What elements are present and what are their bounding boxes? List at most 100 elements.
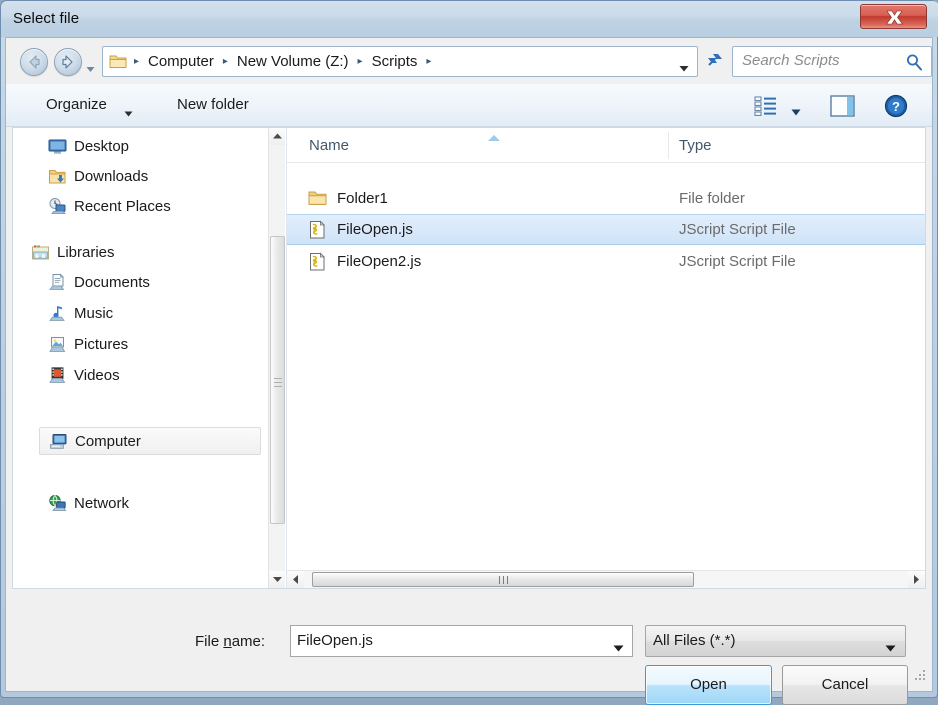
column-header-name[interactable]: Name — [309, 137, 349, 154]
help-button[interactable]: ? — [884, 94, 908, 123]
recent-pages-button[interactable] — [86, 60, 95, 72]
chevron-down-icon — [791, 109, 801, 116]
sidebar-item-label: Videos — [74, 367, 120, 384]
dialog-body: ▸ Computer ▸ New Volume (Z:) ▸ Scripts ▸ — [5, 37, 933, 705]
jscript-file-icon — [308, 220, 328, 240]
column-header-row: Name Type — [287, 128, 925, 163]
open-button-label: Open — [690, 676, 727, 693]
refresh-icon — [708, 54, 722, 66]
breadcrumb-separator[interactable]: ▸ — [130, 56, 143, 67]
open-button[interactable]: Open — [645, 665, 772, 705]
sidebar-item-label: Desktop — [74, 138, 130, 155]
breadcrumb: ▸ Computer ▸ New Volume (Z:) ▸ Scripts ▸ — [109, 47, 435, 76]
address-bar[interactable]: ▸ Computer ▸ New Volume (Z:) ▸ Scripts ▸ — [102, 46, 698, 77]
column-divider[interactable] — [668, 132, 669, 159]
window-title: Select file — [13, 10, 80, 27]
file-type: JScript Script File — [679, 253, 796, 270]
scroll-up-button[interactable] — [269, 128, 285, 145]
preview-pane-button[interactable] — [830, 94, 856, 123]
folder-icon — [308, 189, 328, 209]
close-button[interactable] — [860, 4, 927, 29]
computer-icon — [49, 432, 68, 451]
organize-button[interactable]: Organize — [42, 94, 111, 115]
scroll-down-arrow-icon — [273, 577, 282, 582]
title-bar: Select file — [1, 1, 938, 37]
refresh-button[interactable] — [704, 49, 728, 73]
search-icon[interactable] — [905, 53, 923, 76]
cancel-button-label: Cancel — [821, 676, 869, 693]
arrow-left-icon — [29, 55, 40, 69]
sidebar-item-music[interactable]: Music — [48, 301, 285, 326]
sidebar-item-network[interactable]: Network — [48, 491, 285, 516]
table-row[interactable]: FileOpen.js JScript Script File — [287, 214, 925, 245]
file-name-dropdown-button[interactable] — [613, 639, 624, 657]
file-name-label-post: ame: — [231, 633, 266, 650]
address-dropdown-button[interactable] — [679, 59, 689, 76]
chevron-down-icon — [613, 645, 624, 652]
recent-places-icon — [48, 197, 67, 216]
help-icon: ? — [884, 94, 908, 118]
navigation-pane-scrollbar[interactable] — [268, 128, 285, 588]
breadcrumb-item-scripts[interactable]: Scripts — [367, 52, 423, 71]
file-name: FileOpen.js — [337, 221, 413, 238]
new-folder-button[interactable]: New folder — [173, 94, 253, 115]
breadcrumb-item-new-volume[interactable]: New Volume (Z:) — [232, 52, 354, 71]
file-name-value: FileOpen.js — [297, 632, 373, 649]
search-input[interactable]: Search Scripts — [732, 46, 932, 77]
scroll-left-button[interactable] — [287, 571, 304, 588]
view-dropdown-arrow[interactable] — [791, 103, 801, 121]
sidebar-item-downloads[interactable]: Downloads — [48, 164, 285, 189]
select-file-dialog: Select file ▸ Computer ▸ New Volume (Z:)… — [0, 0, 938, 705]
folder-icon — [109, 55, 127, 68]
forward-button[interactable] — [54, 48, 82, 76]
libraries-icon — [31, 243, 50, 262]
view-list-icon[interactable] — [754, 95, 778, 122]
file-name-label: File name: — [195, 633, 265, 650]
music-icon — [48, 304, 67, 323]
content-area: Desktop Downloads Recent Places Librarie… — [12, 127, 926, 589]
search-placeholder: Search Scripts — [742, 52, 840, 69]
navigation-pane-scroll-thumb[interactable] — [270, 236, 285, 524]
file-type: File folder — [679, 190, 745, 207]
sidebar-item-documents[interactable]: Documents — [48, 270, 285, 295]
sidebar-item-computer[interactable]: Computer — [39, 427, 261, 455]
scroll-right-button[interactable] — [908, 571, 925, 588]
cancel-button[interactable]: Cancel — [782, 665, 908, 705]
file-list-horizontal-scrollbar[interactable] — [287, 570, 925, 588]
pictures-icon — [48, 335, 67, 354]
resize-grip-icon[interactable] — [914, 669, 927, 687]
table-row[interactable]: FileOpen2.js JScript Script File — [287, 246, 925, 277]
sidebar-item-label: Computer — [75, 432, 141, 450]
sidebar-item-libraries[interactable]: Libraries — [31, 240, 269, 265]
sidebar-item-desktop[interactable]: Desktop — [48, 134, 285, 159]
sidebar-item-label: Network — [74, 495, 130, 512]
chevron-down-icon — [124, 111, 133, 117]
navigation-pane: Desktop Downloads Recent Places Librarie… — [13, 128, 285, 588]
network-icon — [48, 494, 67, 513]
sidebar-item-videos[interactable]: Videos — [48, 363, 285, 388]
column-header-type[interactable]: Type — [679, 137, 712, 154]
organize-dropdown-arrow[interactable] — [124, 104, 133, 122]
breadcrumb-item-computer[interactable]: Computer — [143, 52, 219, 71]
scroll-left-arrow-icon — [293, 575, 298, 584]
file-list-scroll-thumb[interactable] — [312, 572, 694, 587]
breadcrumb-separator[interactable]: ▸ — [219, 56, 232, 67]
back-button[interactable] — [20, 48, 48, 76]
file-name-label-accel: n — [223, 633, 232, 650]
downloads-icon — [48, 167, 67, 186]
chevron-down-icon — [86, 67, 95, 72]
table-row[interactable]: Folder1 File folder — [287, 183, 925, 214]
file-name-label-pre: File — [195, 633, 224, 650]
arrow-right-icon — [62, 55, 73, 69]
desktop-icon — [48, 137, 67, 156]
videos-icon — [48, 366, 67, 385]
file-type-filter-dropdown[interactable]: All Files (*.*) — [645, 625, 906, 657]
jscript-file-icon — [308, 252, 328, 272]
breadcrumb-separator[interactable]: ▸ — [354, 56, 367, 67]
breadcrumb-separator[interactable]: ▸ — [422, 56, 435, 67]
sidebar-item-recent-places[interactable]: Recent Places — [48, 194, 285, 219]
sidebar-item-pictures[interactable]: Pictures — [48, 332, 285, 357]
scroll-down-button[interactable] — [269, 571, 285, 588]
file-name-input[interactable]: FileOpen.js — [290, 625, 633, 657]
toolbar: Organize New folder ? — [6, 84, 932, 127]
